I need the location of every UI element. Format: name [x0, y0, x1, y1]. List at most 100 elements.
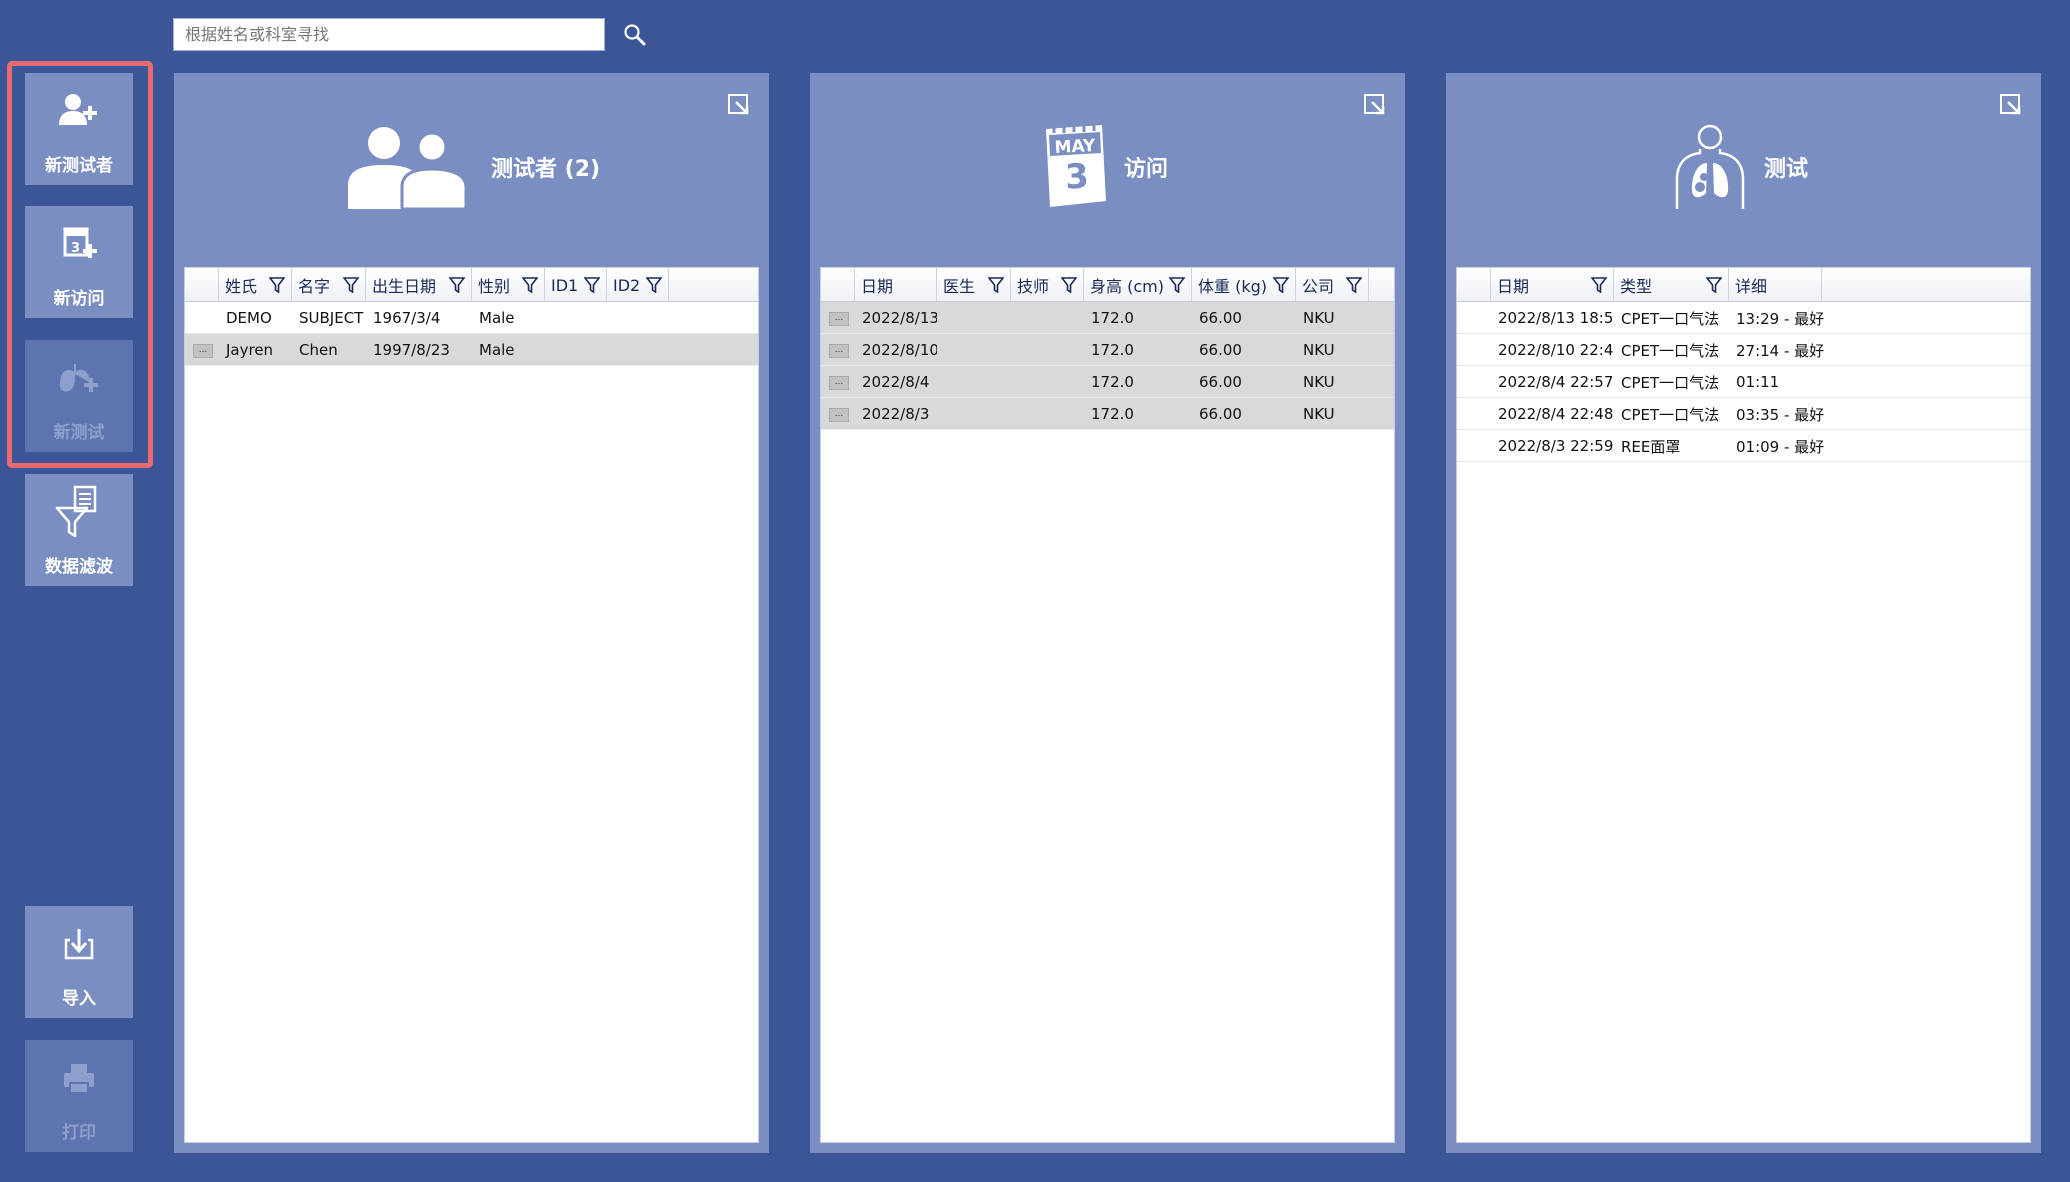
table-row[interactable]: 2022/8/4 22:57 CPET一口气法 01:11 [1457, 366, 2030, 398]
cell-date: 2022/8/3 22:59 [1498, 437, 1614, 455]
table-row[interactable]: ... Jayren Chen 1997/8/23 Male [185, 334, 758, 366]
column-height[interactable]: 身高 (cm) [1084, 268, 1192, 302]
column-label: 身高 (cm) [1090, 277, 1164, 296]
table-row[interactable]: ... 2022/8/3 172.0 66.00 NKU [821, 398, 1394, 430]
filter-icon[interactable] [645, 277, 663, 294]
import-icon [25, 924, 133, 966]
column-weight[interactable]: 体重 (kg) [1192, 268, 1296, 302]
table-row[interactable]: 2022/8/10 22:40 CPET一口气法 27:14 - 最好 [1457, 334, 2030, 366]
expand-icon[interactable] [1999, 93, 2023, 117]
cell-height: 172.0 [1091, 341, 1134, 359]
row-menu-button[interactable]: ... [829, 376, 849, 390]
filter-icon[interactable] [1060, 277, 1078, 294]
column-label: 日期 [861, 277, 894, 296]
cell-last-name: DEMO [226, 309, 272, 327]
cell-first-name: SUBJECT [299, 309, 364, 327]
cell-type: CPET一口气法 [1621, 405, 1720, 424]
column-type[interactable]: 类型 [1614, 268, 1729, 302]
cell-company: NKU [1303, 373, 1335, 391]
cell-weight: 66.00 [1199, 373, 1242, 391]
filter-icon[interactable] [583, 277, 601, 294]
table-row[interactable]: ... 2022/8/13 172.0 66.00 NKU [821, 302, 1394, 334]
cell-id1 [545, 334, 607, 366]
calendar-icon: MAY 3 [1040, 123, 1110, 209]
row-menu-button[interactable]: ... [829, 344, 849, 358]
row-button-cell [185, 302, 219, 333]
filter-icon[interactable] [521, 277, 539, 294]
expand-icon[interactable] [1363, 93, 1387, 117]
cell-detail: 03:35 - 最好 [1736, 405, 1825, 424]
cell-date: 2022/8/4 22:48 [1498, 405, 1614, 423]
calendar-day: 3 [1064, 156, 1090, 198]
import-label: 导入 [62, 989, 96, 1009]
cell-last-name: Jayren [226, 341, 274, 359]
print-button[interactable]: 打印 [25, 1040, 133, 1152]
column-id1[interactable]: ID1 [545, 268, 607, 302]
column-label: 性别 [478, 277, 511, 296]
filter-icon[interactable] [1590, 277, 1608, 294]
filter-icon[interactable] [268, 277, 286, 294]
column-company[interactable]: 公司 [1296, 268, 1369, 302]
row-menu-button[interactable]: ... [829, 408, 849, 422]
cell-id2 [607, 334, 669, 366]
filter-icon[interactable] [342, 277, 360, 294]
filter-icon[interactable] [1168, 277, 1186, 294]
column-label: 名字 [298, 277, 331, 296]
table-row[interactable]: ... 2022/8/10 172.0 66.00 NKU [821, 334, 1394, 366]
column-doctor[interactable]: 医生 [937, 268, 1011, 302]
cell-technician [1011, 334, 1084, 366]
search-icon[interactable] [620, 20, 652, 52]
table-row[interactable]: 2022/8/13 18:51 CPET一口气法 13:29 - 最好 [1457, 302, 2030, 334]
new-test-button[interactable]: 新测试 [25, 340, 133, 452]
table-row[interactable]: DEMO SUBJECT 1967/3/4 Male [185, 302, 758, 334]
funnel-document-icon [25, 484, 133, 540]
column-technician[interactable]: 技师 [1011, 268, 1084, 302]
row-menu-button[interactable]: ... [829, 312, 849, 326]
visits-table-header: 日期 医生 技师 身高 (cm) 体重 (kg) 公司 [821, 268, 1394, 302]
new-visit-button[interactable]: 3 新访问 [25, 206, 133, 318]
column-first-name[interactable]: 名字 [292, 268, 366, 302]
table-row[interactable]: 2022/8/3 22:59 REE面罩 01:09 - 最好 [1457, 430, 2030, 462]
column-sex[interactable]: 性别 [472, 268, 545, 302]
cell-date: 2022/8/4 22:57 [1498, 373, 1614, 391]
import-button[interactable]: 导入 [25, 906, 133, 1018]
add-calendar-icon: 3 [25, 224, 133, 266]
filter-icon[interactable] [448, 277, 466, 294]
cell-technician [1011, 302, 1084, 334]
people-icon [346, 123, 468, 213]
cell-doctor [937, 398, 1011, 430]
filter-icon[interactable] [1272, 277, 1290, 294]
filter-icon[interactable] [1345, 277, 1363, 294]
column-date[interactable]: 日期 [855, 268, 937, 302]
data-filter-button[interactable]: 数据滤波 [25, 474, 133, 586]
search-input[interactable] [173, 18, 605, 51]
table-row[interactable]: 2022/8/4 22:48 CPET一口气法 03:35 - 最好 [1457, 398, 2030, 430]
cell-height: 172.0 [1091, 373, 1134, 391]
new-subject-button[interactable]: 新测试者 [25, 73, 133, 185]
cell-date: 2022/8/10 22:40 [1498, 341, 1614, 359]
column-last-name[interactable]: 姓氏 [219, 268, 292, 302]
cell-doctor [937, 366, 1011, 398]
cell-id2 [607, 302, 669, 334]
column-label: 公司 [1302, 277, 1335, 296]
cell-first-name: Chen [299, 341, 338, 359]
filter-icon[interactable] [1705, 277, 1723, 294]
print-label: 打印 [62, 1123, 96, 1143]
new-visit-label: 新访问 [53, 289, 105, 309]
expand-icon[interactable] [727, 93, 751, 117]
cell-type: REE面罩 [1621, 437, 1681, 456]
cell-id1 [545, 302, 607, 334]
table-row[interactable]: ... 2022/8/4 172.0 66.00 NKU [821, 366, 1394, 398]
visits-panel: MAY 3 访问 日期 医生 技师 身高 (cm) 体重 (kg) 公司 ...… [810, 73, 1405, 1153]
filter-icon[interactable] [987, 277, 1005, 294]
column-date[interactable]: 日期 [1491, 268, 1614, 302]
column-id2[interactable]: ID2 [607, 268, 669, 302]
new-test-label: 新测试 [53, 423, 105, 443]
cell-weight: 66.00 [1199, 405, 1242, 423]
column-birthdate[interactable]: 出生日期 [366, 268, 472, 302]
cell-detail: 27:14 - 最好 [1736, 341, 1825, 360]
column-detail[interactable]: 详细 [1729, 268, 1822, 302]
add-lungs-icon [25, 358, 133, 400]
cell-sex: Male [479, 341, 515, 359]
row-menu-button[interactable]: ... [193, 344, 213, 358]
